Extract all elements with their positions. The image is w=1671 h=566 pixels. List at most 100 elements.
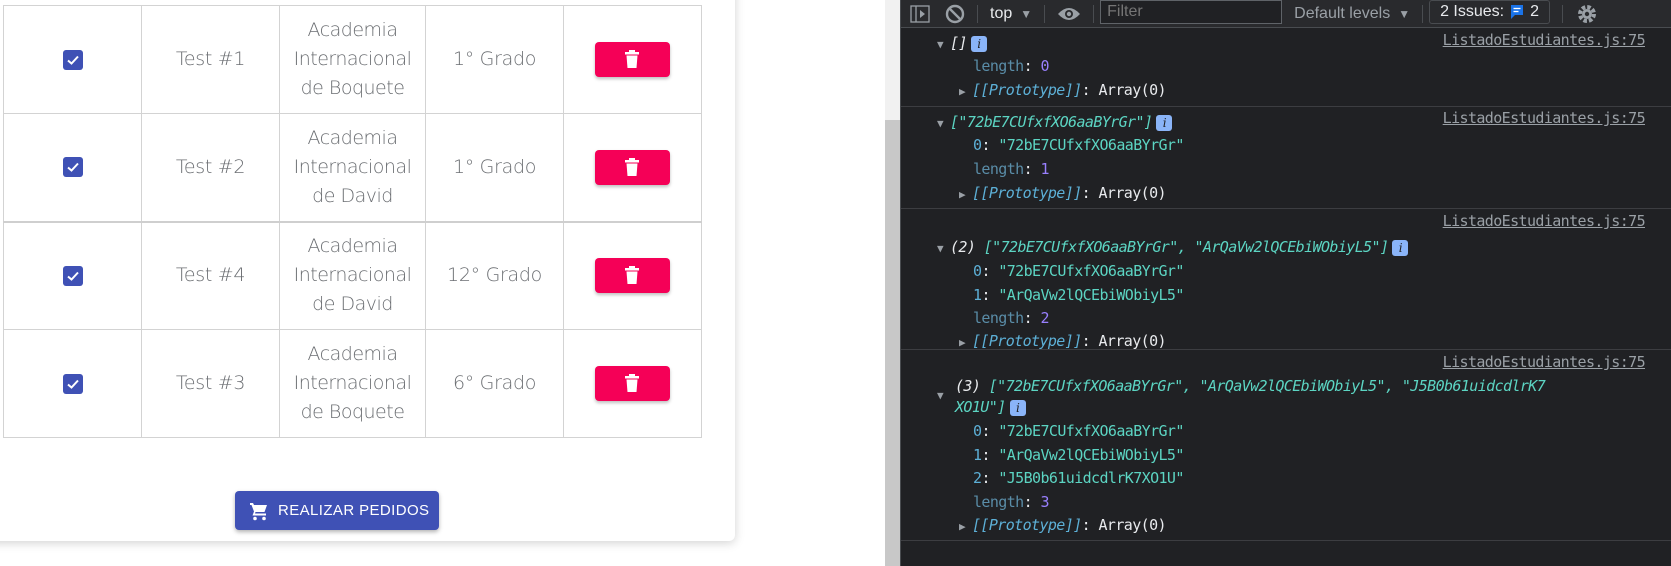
array-summary: [] xyxy=(950,34,967,52)
expand-triangle-icon[interactable]: ▶ xyxy=(959,184,972,206)
select-cell xyxy=(3,5,142,114)
info-icon: i xyxy=(970,35,987,52)
school-line: Internacional xyxy=(293,372,412,394)
issues-button[interactable]: 2 Issues: 2 xyxy=(1429,0,1551,24)
log-source-link[interactable]: ListadoEstudiantes.js:75 xyxy=(1443,212,1646,230)
property-key: [[Prototype]] xyxy=(972,184,1082,202)
log-property: length: 0 xyxy=(973,57,1050,75)
expand-triangle-icon[interactable]: ▼ xyxy=(937,113,950,135)
school-cell: Academia Internacional de Boquete xyxy=(279,329,426,438)
context-selector[interactable]: top ▼ xyxy=(984,5,1038,23)
property-value: "ArQaVw2lQCEbiWObiyL5" xyxy=(998,286,1184,304)
property-key: 0 xyxy=(973,422,982,440)
log-source-link[interactable]: ListadoEstudiantes.js:75 xyxy=(1443,353,1646,371)
property-value: "72bE7CUfxfXO6aaBYrGr" xyxy=(998,262,1184,280)
expand-triangle-icon[interactable]: ▼ xyxy=(937,34,950,56)
select-checkbox[interactable] xyxy=(62,265,83,286)
students-table: Test #1 Academia Internacional de Boquet… xyxy=(3,5,702,438)
school-line: Academia xyxy=(307,126,398,149)
property-value: Array(0) xyxy=(1098,184,1166,202)
property-value: "ArQaVw2lQCEbiWObiyL5" xyxy=(998,446,1184,464)
property-value: "J5B0b61uidcdlrK7XO1U" xyxy=(998,469,1184,487)
trash-icon xyxy=(625,374,639,392)
property-value: 3 xyxy=(1040,493,1049,511)
property-key: 1 xyxy=(973,286,982,304)
console-log-entry: ListadoEstudiantes.js:75 ▼ ["72bE7CUfxfXO… xyxy=(901,107,1671,209)
log-summary[interactable]: ▼ ["72bE7CUfxfXO6aaBYrGr"] i xyxy=(937,111,1173,135)
student-name: Test #2 xyxy=(141,113,280,222)
school-line: Academia xyxy=(307,343,398,365)
log-property[interactable]: ▶ [[Prototype]]: Array(0) xyxy=(959,514,1167,538)
table-row: Test #2 Academia Internacional de David … xyxy=(3,113,702,222)
school-line: de David xyxy=(312,184,393,207)
live-expression-eye-icon[interactable] xyxy=(1051,0,1087,27)
delete-button[interactable] xyxy=(595,258,670,294)
web-page: Test #1 Academia Internacional de Boquet… xyxy=(0,0,885,566)
settings-gear-icon[interactable] xyxy=(1575,0,1599,27)
toolbar-divider xyxy=(1562,4,1564,23)
property-key: [[Prototype]] xyxy=(972,516,1082,534)
dropdown-arrow-icon: ▼ xyxy=(1020,6,1033,21)
console-filter-input[interactable] xyxy=(1100,0,1283,24)
log-property[interactable]: ▶ [[Prototype]]: Array(0) xyxy=(959,79,1167,103)
expand-triangle-icon[interactable]: ▼ xyxy=(937,383,950,407)
cart-icon xyxy=(249,501,269,521)
school-line: de Boquete xyxy=(300,401,405,423)
page-scrollbar-thumb[interactable] xyxy=(885,120,900,566)
log-summary[interactable]: ▼ (2) ["72bE7CUfxfXO6aaBYrGr", "ArQaVw2lQ… xyxy=(937,236,1409,260)
action-cell xyxy=(563,113,702,222)
school-cell: Academia Internacional de Boquete xyxy=(279,5,426,114)
check-icon xyxy=(66,163,79,173)
log-summary[interactable]: (3) ["72bE7CUfxfXO6aaBYrGr", "ArQaVw2lQC… xyxy=(955,375,1546,397)
grade-cell: 6° Grado xyxy=(425,329,564,438)
select-checkbox[interactable] xyxy=(62,157,83,178)
property-key: 0 xyxy=(973,262,982,280)
school-line: de David xyxy=(312,293,393,316)
log-levels-dropdown[interactable]: Default levels ▼ xyxy=(1294,5,1410,23)
console-log-entry: ListadoEstudiantes.js:75 ▼ (2) ["72bE7CUf… xyxy=(901,209,1671,350)
log-summary-wrap: XO1U"] i xyxy=(955,396,1026,418)
property-key: length xyxy=(973,493,1024,511)
check-icon xyxy=(66,55,79,65)
expand-triangle-icon[interactable]: ▼ xyxy=(937,238,950,260)
property-key: 2 xyxy=(973,469,982,487)
log-source-link[interactable]: ListadoEstudiantes.js:75 xyxy=(1443,109,1646,127)
place-orders-button[interactable]: REALIZAR PEDIDOS xyxy=(235,491,439,530)
log-property: 1: "ArQaVw2lQCEbiWObiyL5" xyxy=(973,446,1184,464)
array-length-prefix: (2) xyxy=(950,238,976,256)
issues-label: 2 Issues: xyxy=(1440,2,1505,20)
property-key: 0 xyxy=(973,136,982,154)
grade-cell: 1° Grado xyxy=(425,113,564,222)
log-source-link[interactable]: ListadoEstudiantes.js:75 xyxy=(1443,31,1646,49)
log-property: 1: "ArQaVw2lQCEbiWObiyL5" xyxy=(973,286,1184,304)
property-key: length xyxy=(973,57,1024,75)
sidebar-toggle-icon[interactable] xyxy=(901,0,939,27)
select-checkbox[interactable] xyxy=(62,373,83,394)
property-key: [[Prototype]] xyxy=(972,81,1082,99)
property-key: length xyxy=(973,160,1024,178)
expand-triangle-icon[interactable]: ▶ xyxy=(959,81,972,103)
delete-button[interactable] xyxy=(595,366,670,401)
issue-message-icon xyxy=(1511,4,1524,19)
delete-button[interactable] xyxy=(595,42,670,77)
student-name: Test #1 xyxy=(141,5,280,114)
toolbar-divider xyxy=(1422,4,1424,23)
school-line: Internacional xyxy=(293,264,412,287)
log-summary[interactable]: ▼[] i xyxy=(937,32,987,56)
info-icon: i xyxy=(1392,239,1409,256)
expand-triangle-icon[interactable]: ▶ xyxy=(959,516,972,538)
array-summary: ["72bE7CUfxfXO6aaBYrGr", "ArQaVw2lQCEbiW… xyxy=(983,238,1389,256)
school-cell: Academia Internacional de David xyxy=(279,220,426,330)
delete-button[interactable] xyxy=(595,149,670,185)
console-output: ListadoEstudiantes.js:75 ▼[] i length: 0 … xyxy=(901,28,1671,541)
check-icon xyxy=(66,379,79,389)
school-line: Academia xyxy=(307,235,398,258)
array-summary: ["72bE7CUfxfXO6aaBYrGr"] xyxy=(950,113,1153,131)
issues-count: 2 xyxy=(1530,2,1540,20)
clear-console-icon[interactable] xyxy=(939,0,971,27)
log-property: 0: "72bE7CUfxfXO6aaBYrGr" xyxy=(973,136,1184,154)
property-key: [[Prototype]] xyxy=(972,332,1082,350)
log-property[interactable]: ▶ [[Prototype]]: Array(0) xyxy=(959,182,1167,206)
select-checkbox[interactable] xyxy=(62,49,83,70)
school-line: Academia xyxy=(307,19,398,41)
